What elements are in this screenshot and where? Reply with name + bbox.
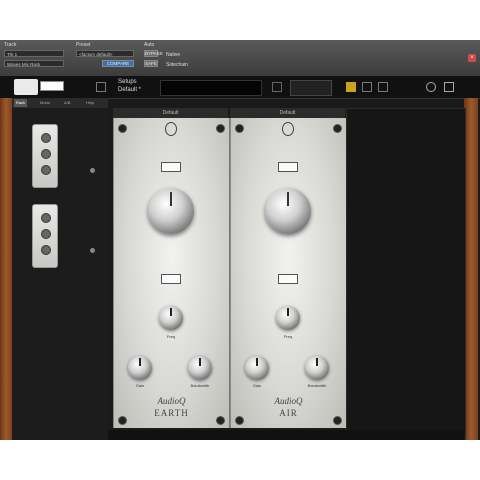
rack-module-earth-thumb[interactable]: [32, 124, 58, 188]
save-icon[interactable]: [362, 82, 372, 92]
air-gain-label: Gain: [252, 383, 262, 388]
track-selector[interactable]: Trk 1: [4, 50, 64, 57]
screw-icon: [118, 416, 127, 425]
screw-icon: [333, 124, 342, 133]
air-module-name: AIR: [279, 408, 298, 418]
tab-ab[interactable]: A/B: [62, 99, 72, 107]
air-gain-knob[interactable]: [245, 356, 269, 380]
screw-icon: [118, 124, 127, 133]
thumb-knob: [41, 213, 51, 223]
screw-icon: [235, 124, 244, 133]
wood-side-left: [0, 98, 12, 440]
air-mode-switch[interactable]: [278, 274, 298, 284]
screw-icon: [216, 124, 225, 133]
insert-selector[interactable]: Waves Mix Rack: [4, 60, 64, 67]
tab-mods[interactable]: Mods: [38, 99, 52, 107]
thumb-knob: [41, 149, 51, 159]
menu-icon[interactable]: [444, 82, 454, 92]
slot-indicator[interactable]: [90, 168, 95, 173]
earth-brand-script: AudioQ: [157, 396, 186, 406]
thumb-knob: [41, 245, 51, 255]
earth-gain-label: Gain: [135, 383, 145, 388]
bypass-button[interactable]: BYPASS: [144, 50, 163, 57]
setup-label: Setups: [118, 79, 137, 85]
load-icon[interactable]: [346, 82, 356, 92]
thumb-knob: [41, 133, 51, 143]
earth-band-switch[interactable]: [161, 162, 181, 172]
earth-gain-knob[interactable]: [128, 356, 152, 380]
display-window: [160, 80, 262, 96]
native-label: Native: [166, 52, 181, 58]
module-earth: Freq Gain Bandwidth AudioQ EARTH: [113, 118, 230, 428]
screw-icon: [216, 416, 225, 425]
close-icon[interactable]: ×: [468, 54, 476, 62]
ab-display: [290, 80, 332, 96]
screw-icon: [333, 416, 342, 425]
thumb-knob: [41, 229, 51, 239]
plugin-header-bar: Track Trk 1 Waves Mix Rack Preset <facto…: [0, 40, 480, 77]
undo-icon[interactable]: [272, 82, 282, 92]
rack-browser: Rack Mods A/B Help: [12, 98, 108, 440]
air-bandwidth-knob[interactable]: [305, 356, 329, 380]
air-freq-knob[interactable]: [276, 306, 300, 330]
rack-module-air-thumb[interactable]: [32, 204, 58, 268]
rack-tabs: Rack Mods A/B Help: [12, 98, 108, 108]
setup-selector[interactable]: Default *: [118, 87, 141, 93]
thumb-knob: [41, 165, 51, 175]
track-label: Track: [4, 42, 17, 48]
preset-label: Preset: [76, 42, 91, 48]
screw-icon: [235, 416, 244, 425]
earth-freq-knob[interactable]: [159, 306, 183, 330]
module-air: Freq Gain Bandwidth AudioQ AIR: [230, 118, 347, 428]
wood-side-right: [464, 98, 478, 440]
brand-logo-icon: [282, 122, 294, 136]
module-tab-earth[interactable]: Default: [113, 108, 228, 118]
earth-bandwidth-knob[interactable]: [188, 356, 212, 380]
air-brand-script: AudioQ: [274, 396, 303, 406]
preset-selector[interactable]: <factory default>: [76, 50, 134, 57]
tab-rack[interactable]: Rack: [14, 99, 28, 107]
settings-icon[interactable]: [426, 82, 436, 92]
brand-logo-icon: [165, 122, 177, 136]
empty-rack-slot[interactable]: [346, 108, 466, 440]
air-band-switch[interactable]: [278, 162, 298, 172]
waves-logo-icon: [14, 79, 38, 95]
waves-toolbar: Setups Default *: [0, 76, 480, 99]
waves-badge-icon: [40, 81, 64, 91]
earth-module-name: EARTH: [154, 408, 189, 418]
rack-view-icon[interactable]: [96, 82, 106, 92]
help-icon[interactable]: [378, 82, 388, 92]
slot-indicator[interactable]: [90, 248, 95, 253]
auto-label: Auto: [144, 42, 155, 48]
earth-freq-label: Freq: [166, 334, 176, 339]
air-freq-label: Freq: [283, 334, 293, 339]
tab-help[interactable]: Help: [84, 99, 96, 107]
air-bandwidth-label: Bandwidth: [307, 383, 327, 388]
rack-footer: [108, 430, 464, 440]
earth-mode-switch[interactable]: [161, 274, 181, 284]
safe-button[interactable]: SAFE: [144, 60, 158, 67]
compare-button[interactable]: COMPARE: [102, 60, 134, 67]
air-main-knob[interactable]: [265, 188, 311, 234]
sidechain-label: Sidechain: [166, 62, 188, 68]
earth-bandwidth-label: Bandwidth: [190, 383, 210, 388]
module-tab-air[interactable]: Default: [230, 108, 345, 118]
earth-main-knob[interactable]: [148, 188, 194, 234]
